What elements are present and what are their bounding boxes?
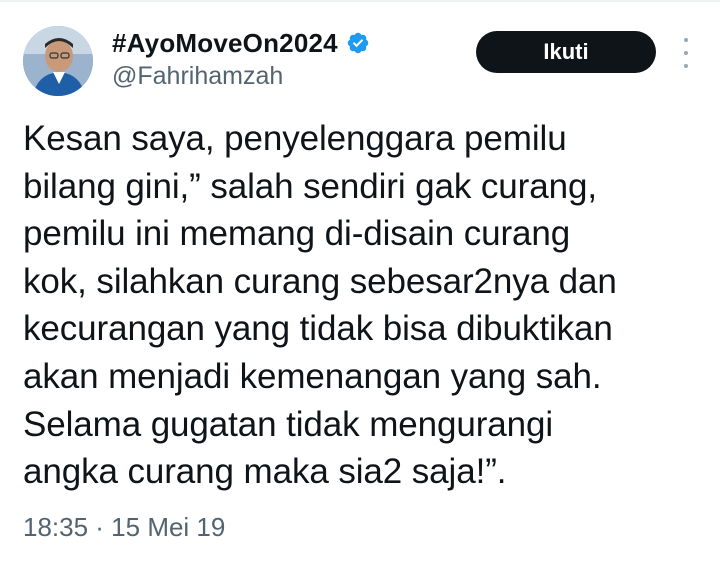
- tweet-text: Kesan saya, penyelenggara pemilu bilang …: [23, 119, 617, 492]
- tweet-timestamp[interactable]: 18:35 · 15 Mei 19: [23, 512, 225, 543]
- follow-button[interactable]: Ikuti: [476, 31, 656, 73]
- top-divider: [0, 0, 720, 2]
- avatar-image: [23, 26, 93, 96]
- display-name-row[interactable]: #AyoMoveOn2024: [112, 27, 370, 59]
- more-dot: [684, 64, 688, 68]
- more-dot: [684, 51, 688, 55]
- verified-badge-icon: [346, 31, 370, 55]
- more-options-button[interactable]: [674, 38, 698, 68]
- avatar[interactable]: [23, 26, 93, 96]
- user-handle[interactable]: @Fahrihamzah: [112, 62, 283, 91]
- display-name[interactable]: #AyoMoveOn2024: [112, 28, 338, 59]
- more-vertical-icon: [684, 38, 688, 42]
